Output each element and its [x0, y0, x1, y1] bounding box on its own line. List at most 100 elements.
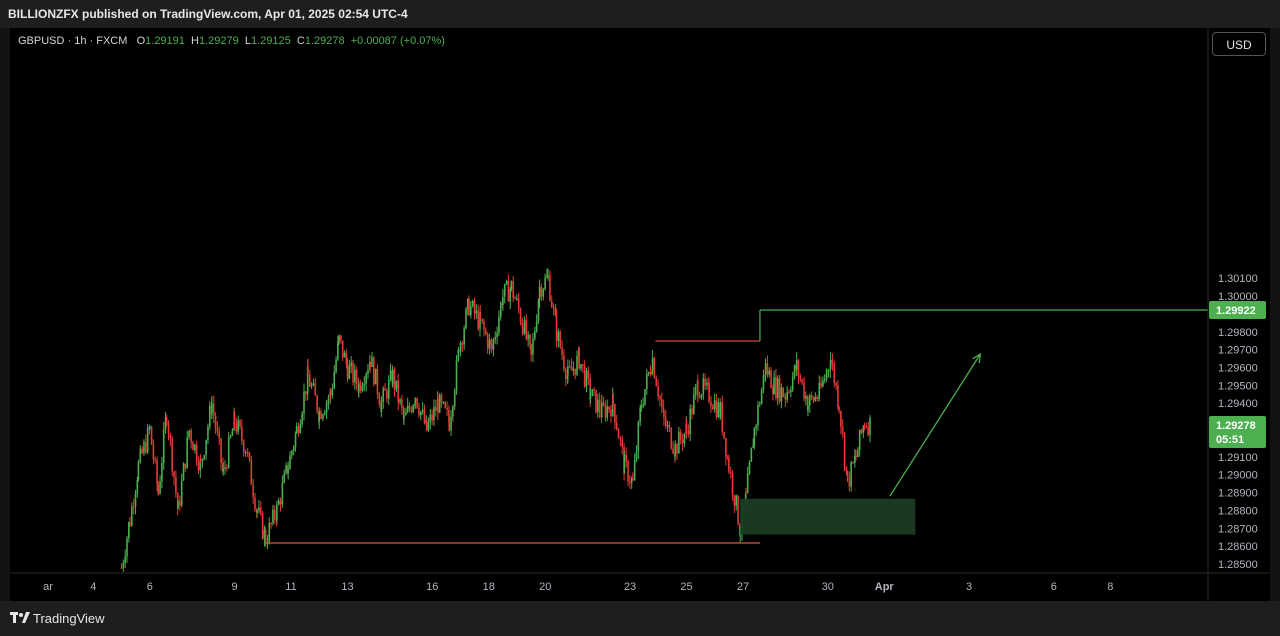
candle-body [167, 423, 170, 435]
candle-body [320, 411, 322, 419]
candle-body [348, 365, 351, 379]
candle-body [477, 310, 479, 329]
candle-body [120, 567, 123, 569]
candle-body [598, 399, 601, 413]
candle-body [259, 507, 262, 513]
candle-body [633, 459, 636, 480]
tradingview-logo-icon[interactable] [10, 612, 30, 624]
candle-body [757, 404, 759, 426]
candle-body [338, 335, 340, 342]
candle-body [323, 412, 326, 415]
candle-body [719, 402, 722, 418]
candle-body [399, 399, 401, 403]
candle-body [764, 363, 767, 375]
candle-body [527, 334, 529, 339]
candle-body [354, 369, 356, 383]
candle-body [753, 428, 756, 446]
symbol-label[interactable]: GBPUSD · 1h · FXCM [18, 35, 127, 47]
target-price-tag-label: 1.29922 [1216, 305, 1256, 317]
candle-body [281, 482, 284, 505]
candle-body [361, 386, 364, 391]
candle-body [550, 300, 553, 308]
candle-body [483, 321, 485, 330]
candle-body [481, 318, 483, 322]
candle-body [619, 438, 622, 440]
price-tick-label: 1.29600 [1218, 363, 1258, 375]
candle-body [655, 377, 658, 387]
candle-body [538, 286, 541, 301]
candle-body [433, 406, 435, 421]
chart-frame[interactable]: 1.28500 1.28600 1.28700 1.28800 1.28900 1.290… [10, 28, 1270, 601]
candle-body [256, 510, 258, 513]
brand-name[interactable]: TradingView [33, 611, 105, 626]
candle-body [530, 344, 532, 355]
candle-body [463, 328, 465, 345]
candle-body [788, 391, 790, 393]
price-tick-label: 1.30100 [1218, 273, 1258, 285]
candle-body [287, 469, 289, 473]
candle-body [363, 383, 366, 387]
candle-body [148, 426, 151, 429]
candle-body [303, 391, 305, 414]
candle-body [241, 426, 243, 441]
candle-body [663, 411, 665, 418]
candle-body [289, 455, 291, 470]
candle-body [639, 407, 641, 422]
candle-body [156, 460, 158, 485]
candle-body [678, 432, 680, 454]
candle-body [670, 428, 673, 449]
candle-body [252, 484, 254, 498]
candle-body [294, 433, 297, 447]
candle-body [412, 405, 414, 412]
candle-body [823, 378, 826, 381]
candle-body [122, 563, 125, 568]
candle-body [246, 451, 249, 453]
time-axis[interactable]: ar 4 6 9 11 13 16 18 20 23 25 27 30 Apr 3 6 8 [10, 572, 1270, 593]
candle-body [367, 369, 369, 374]
candle-body [587, 370, 590, 379]
candle-body [711, 406, 714, 410]
candle-body [698, 396, 701, 398]
price-tick-label: 1.29800 [1218, 327, 1258, 339]
candle-body [585, 370, 588, 387]
candle-body [146, 427, 149, 453]
candle-body [651, 358, 654, 371]
candle-body [862, 426, 865, 433]
candle-body [391, 369, 394, 385]
candle-body [852, 462, 854, 464]
candle-body [762, 375, 765, 390]
price-tick-label: 1.28500 [1218, 559, 1258, 571]
time-tick-label: 27 [737, 581, 749, 593]
candle-body [770, 370, 772, 389]
candle-body [725, 438, 727, 458]
candle-body [276, 504, 278, 520]
candle-body [322, 414, 324, 419]
candle-body [731, 472, 734, 496]
candle-body [706, 382, 708, 386]
candle-body [468, 298, 470, 315]
currency-button[interactable]: USD [1212, 32, 1266, 56]
candle-body [790, 390, 792, 392]
candle-body [498, 317, 500, 333]
candle-body [199, 459, 202, 461]
candle-body [760, 389, 763, 405]
candle-body [691, 408, 693, 415]
price-chart[interactable]: 1.28500 1.28600 1.28700 1.28800 1.28900 1.290… [10, 28, 1270, 601]
candle-body [517, 298, 520, 310]
candle-body [822, 380, 824, 387]
candle-body [547, 275, 549, 277]
candle-body [126, 538, 128, 557]
candle-body [510, 281, 513, 289]
candle-body [292, 446, 295, 452]
candle-body [378, 393, 381, 404]
candle-body [442, 402, 445, 404]
candle-body [647, 372, 650, 374]
candle-body [676, 444, 678, 454]
candle-body [369, 361, 371, 368]
candle-body [625, 454, 627, 462]
time-tick-label: 3 [966, 581, 972, 593]
time-tick-label: 4 [90, 581, 96, 593]
candle-body [710, 401, 712, 407]
candle-body [604, 405, 607, 418]
candle-body [250, 458, 253, 485]
